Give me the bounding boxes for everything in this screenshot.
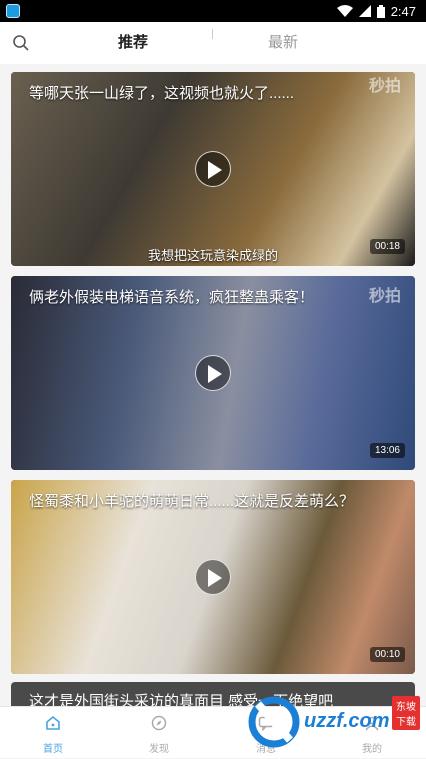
logo-text: uzzf.com xyxy=(304,710,390,732)
video-subtitle: 我想把这玩意染成绿的 xyxy=(147,248,278,263)
video-card[interactable]: 怪蜀黍和小羊驼的萌萌日常......这就是反差萌么？ 00:10 xyxy=(11,480,415,674)
play-icon xyxy=(208,161,222,179)
battery-icon xyxy=(376,4,385,18)
tab-recommended[interactable]: 推荐 xyxy=(118,22,148,64)
video-title: 怪蜀黍和小羊驼的萌萌日常......这就是反差萌么？ xyxy=(29,493,355,510)
nav-label: 首页 xyxy=(43,744,63,755)
search-icon[interactable] xyxy=(12,34,30,52)
app-notification-icon xyxy=(6,4,20,18)
video-title: 俩老外假装电梯语音系统，疯狂整蛊乘客！ xyxy=(29,289,315,306)
wifi-icon xyxy=(336,5,353,17)
video-title: 等哪天张一山绿了，这视频也就火了...... xyxy=(29,85,295,102)
video-card[interactable]: 俩老外假装电梯语音系统，疯狂整蛊乘客！ 秒拍 13:06 xyxy=(11,276,415,470)
signal-icon xyxy=(358,5,371,17)
watermark-text: 秒拍 xyxy=(368,288,401,305)
compass-icon xyxy=(151,715,167,731)
play-button[interactable] xyxy=(195,355,231,391)
video-feed[interactable]: 等哪天张一山绿了，这视频也就火了...... 秒拍 我想把这玩意染成绿的 00:… xyxy=(0,64,426,706)
status-time: 2:47 xyxy=(390,3,416,19)
tab-divider xyxy=(212,29,213,39)
nav-label: 发现 xyxy=(149,744,169,755)
logo-swoosh-icon xyxy=(248,696,300,748)
video-card[interactable]: 等哪天张一山绿了，这视频也就火了...... 秒拍 我想把这玩意染成绿的 00:… xyxy=(11,72,415,266)
watermark-text: 秒拍 xyxy=(368,78,401,95)
video-duration: 00:10 xyxy=(369,647,405,662)
site-watermark-logo: uzzf.com 东坡下载 xyxy=(244,690,420,750)
video-duration: 13:06 xyxy=(369,443,405,458)
home-icon xyxy=(46,715,60,730)
play-button[interactable] xyxy=(195,151,231,187)
logo-badge: 东坡下载 xyxy=(392,696,420,730)
play-icon xyxy=(208,569,222,587)
status-bar: 2:47 xyxy=(0,0,426,22)
tab-latest[interactable]: 最新 xyxy=(268,22,298,64)
top-bar: 推荐 最新 xyxy=(0,22,426,64)
play-button[interactable] xyxy=(195,559,231,595)
video-duration: 00:18 xyxy=(369,239,405,254)
nav-discover[interactable]: 发现 xyxy=(119,707,199,759)
nav-home[interactable]: 首页 xyxy=(13,707,93,759)
play-icon xyxy=(208,365,222,383)
